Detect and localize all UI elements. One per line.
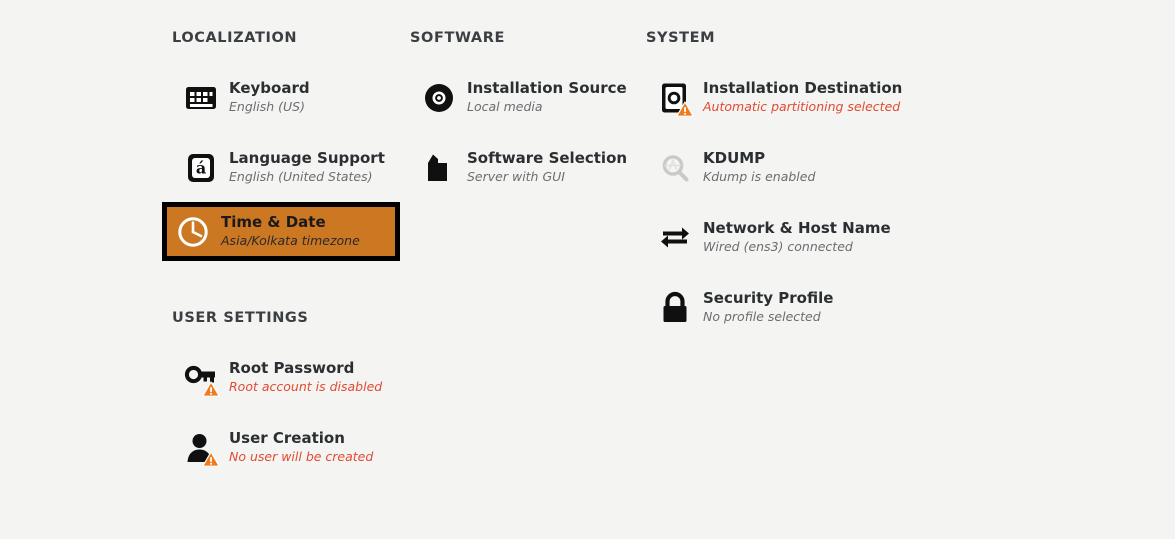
spoke-text: User Creation No user will be created: [229, 429, 373, 465]
spoke-network-host-name[interactable]: Network & Host Name Wired (ens3) connect…: [646, 210, 936, 265]
spoke-title: KDUMP: [703, 149, 766, 167]
spoke-status: Local media: [467, 99, 543, 114]
disc-icon-wrap: [421, 80, 457, 116]
language-icon: á: [183, 150, 219, 186]
spoke-security-profile[interactable]: Security Profile No profile selected: [646, 280, 936, 335]
spoke-keyboard[interactable]: Keyboard English (US): [172, 70, 404, 125]
spoke-time-and-date[interactable]: Time & Date Asia/Kolkata timezone: [162, 202, 400, 261]
spoke-status: No profile selected: [703, 309, 821, 324]
spoke-title: Security Profile: [703, 289, 834, 307]
magnifier-icon: [657, 150, 693, 186]
spoke-text: Security Profile No profile selected: [703, 289, 833, 325]
section-title-localization: LOCALIZATION: [172, 30, 298, 46]
spoke-status: English (United States): [229, 169, 373, 184]
spoke-status: Root account is disabled: [229, 379, 383, 394]
spoke-text: Installation Destination Automatic parti…: [703, 79, 902, 115]
lock-icon: [657, 290, 693, 326]
spoke-title: Software Selection: [467, 149, 628, 167]
spoke-status: Server with GUI: [467, 169, 565, 184]
spoke-text: Network & Host Name Wired (ens3) connect…: [703, 219, 891, 255]
spoke-language-support[interactable]: á Language Support English (United State…: [172, 140, 404, 195]
svg-text:á: á: [196, 159, 206, 178]
language-icon-wrap: á: [183, 150, 219, 186]
key-icon-wrap: [183, 360, 220, 397]
keyboard-icon-wrap: [183, 80, 219, 116]
spoke-text: Root Password Root account is disabled: [229, 359, 382, 395]
spoke-installation-source[interactable]: Installation Source Local media: [410, 70, 642, 125]
section-title-user-settings: USER SETTINGS: [172, 310, 309, 326]
spoke-text: KDUMP Kdump is enabled: [703, 149, 815, 185]
spoke-user-creation[interactable]: User Creation No user will be created: [172, 420, 404, 475]
lock-icon-wrap: [657, 290, 693, 326]
disc-icon: [421, 80, 457, 116]
spoke-title: Language Support: [229, 149, 385, 167]
spoke-text: Installation Source Local media: [467, 79, 627, 115]
spoke-title: Root Password: [229, 359, 355, 377]
spoke-status: No user will be created: [229, 449, 374, 464]
spoke-title: Network & Host Name: [703, 219, 891, 237]
clock-icon: [175, 214, 211, 250]
user-icon-wrap: [183, 430, 220, 467]
spoke-text: Software Selection Server with GUI: [467, 149, 627, 185]
installation-summary-hub: LOCALIZATION Keyboard English (US) á Lan…: [0, 0, 1175, 539]
spoke-root-password[interactable]: Root Password Root account is disabled: [172, 350, 404, 405]
spoke-title: User Creation: [229, 429, 345, 447]
section-title-software: SOFTWARE: [410, 30, 506, 46]
spoke-software-selection[interactable]: Software Selection Server with GUI: [410, 140, 642, 195]
spoke-status: English (US): [229, 99, 305, 114]
package-icon: [421, 150, 457, 186]
network-arrows-icon-wrap: [657, 220, 693, 256]
warning-badge-icon: [202, 451, 220, 467]
warning-badge-icon: [202, 381, 220, 397]
spoke-status: Automatic partitioning selected: [703, 99, 901, 114]
warning-badge-icon: [676, 101, 694, 117]
spoke-installation-destination[interactable]: Installation Destination Automatic parti…: [646, 70, 936, 125]
section-title-system: SYSTEM: [646, 30, 716, 46]
spoke-text: Language Support English (United States): [229, 149, 385, 185]
spoke-kdump[interactable]: KDUMP Kdump is enabled: [646, 140, 936, 195]
clock-icon-wrap: [175, 214, 211, 250]
spoke-status: Kdump is enabled: [703, 169, 816, 184]
magnifier-icon-wrap: [657, 150, 693, 186]
spoke-text: Keyboard English (US): [229, 79, 310, 115]
network-arrows-icon: [657, 220, 693, 256]
spoke-title: Installation Destination: [703, 79, 903, 97]
spoke-status: Wired (ens3) connected: [703, 239, 853, 254]
spoke-title: Time & Date: [221, 213, 326, 231]
spoke-text: Time & Date Asia/Kolkata timezone: [221, 213, 360, 249]
spoke-title: Keyboard: [229, 79, 310, 97]
keyboard-icon: [183, 80, 219, 116]
spoke-status: Asia/Kolkata timezone: [221, 233, 360, 248]
spoke-title: Installation Source: [467, 79, 627, 97]
package-icon-wrap: [421, 150, 457, 186]
harddrive-icon-wrap: [657, 80, 694, 117]
